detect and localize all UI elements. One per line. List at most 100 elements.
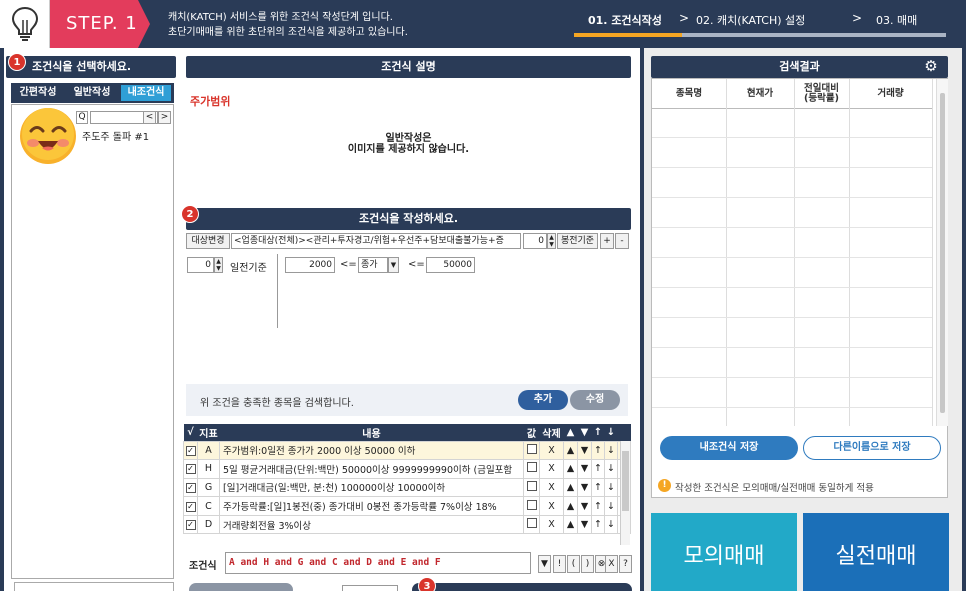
tab-general[interactable]: 일반작성	[67, 85, 117, 101]
checkbox[interactable]: ✓	[185, 501, 196, 512]
row-checkbox[interactable]: ✓	[183, 496, 198, 516]
operator-label: <=	[340, 259, 357, 270]
bottom-right-button[interactable]	[412, 583, 632, 591]
delete-button[interactable]: X	[539, 440, 564, 461]
max-value-input[interactable]: 50000	[426, 257, 475, 273]
value-checkbox[interactable]	[526, 518, 537, 529]
table-scrollbar[interactable]	[620, 441, 630, 545]
add-target-button[interactable]: +	[600, 233, 614, 249]
mock-trading-button[interactable]: 모의매매	[651, 513, 797, 591]
checkbox[interactable]: ✓	[185, 520, 196, 531]
scrollbar-thumb[interactable]	[940, 93, 945, 413]
real-trading-button[interactable]: 실전매매	[803, 513, 949, 591]
move-top-button[interactable]: ↑	[591, 459, 605, 479]
move-bottom-button[interactable]: ↓	[604, 496, 618, 516]
tab-simple[interactable]: 간편작성	[14, 85, 62, 101]
day-offset-stepper[interactable]: ▲ ▼	[214, 257, 223, 273]
next-button[interactable]: >	[158, 111, 171, 124]
checkbox[interactable]: ✓	[185, 482, 196, 493]
row-value[interactable]	[523, 440, 540, 461]
row-checkbox[interactable]: ✓	[183, 459, 198, 479]
add-button[interactable]: 추가	[518, 390, 568, 410]
formula-not-button[interactable]: !	[553, 555, 566, 573]
delete-button[interactable]: X	[539, 496, 564, 516]
move-up-button[interactable]: ▲	[563, 496, 578, 516]
step-1-tab[interactable]: 01. 조건식작성	[588, 12, 662, 28]
row-content: 거래량회전율 3%이상	[219, 514, 524, 535]
chevron-down-icon[interactable]: ▼	[388, 257, 399, 273]
min-value-input[interactable]: 2000	[285, 257, 335, 273]
target-field[interactable]: <업종대상(전체)><관리+투자경고/위험+우선주+담보대출불가능+증	[231, 233, 521, 249]
table-row[interactable]: ✓ A 주가범위:0일전 종가가 2000 이상 50000 이하 X ▲ ▼ …	[183, 440, 631, 461]
move-up-button[interactable]: ▲	[563, 514, 578, 535]
delete-button[interactable]: X	[539, 477, 564, 498]
field-select[interactable]: 종가	[358, 257, 388, 273]
move-down-button[interactable]: ▼	[577, 477, 592, 498]
save-my-condition-button[interactable]: 내조건식 저장	[660, 436, 798, 460]
row-checkbox[interactable]: ✓	[183, 514, 198, 535]
move-down-button[interactable]: ▼	[577, 440, 592, 461]
row-value[interactable]	[523, 514, 540, 535]
table-row[interactable]: ✓ C 주가등락률:[일]1봉전(중) 종가대비 0봉전 종가등락률 7%이상 …	[183, 496, 631, 516]
prev-button[interactable]: <	[143, 111, 156, 124]
row-value[interactable]	[523, 496, 540, 516]
step-3-tab[interactable]: 03. 매매	[876, 12, 917, 28]
value-checkbox[interactable]	[526, 480, 537, 491]
step-progress-bar	[574, 33, 946, 37]
tab-my-conditions[interactable]: 내조건식	[121, 85, 171, 101]
formula-input[interactable]: A and H and G and C and D and E and F	[225, 552, 531, 574]
checkbox[interactable]: ✓	[185, 445, 196, 456]
bar-offset-input[interactable]: 0	[523, 233, 547, 249]
value-checkbox[interactable]	[526, 499, 537, 510]
move-up-button[interactable]: ▲	[563, 477, 578, 498]
move-up-button[interactable]: ▲	[563, 440, 578, 461]
move-up-button[interactable]: ▲	[563, 459, 578, 479]
row-content: 주가범위:0일전 종가가 2000 이상 50000 이하	[219, 440, 524, 461]
grid-row-line	[652, 257, 932, 258]
move-bottom-button[interactable]: ↓	[604, 459, 618, 479]
move-top-button[interactable]: ↑	[591, 440, 605, 461]
move-down-button[interactable]: ▼	[577, 514, 592, 535]
step-2-tab[interactable]: 02. 캐치(KATCH) 설정	[696, 12, 805, 28]
tree-item[interactable]: 주도주 돌파 #1	[82, 128, 149, 143]
save-as-button[interactable]: 다른이름으로 저장	[803, 436, 941, 460]
value-checkbox[interactable]	[526, 462, 537, 473]
formula-help-button[interactable]: ?	[619, 555, 632, 573]
row-value[interactable]	[523, 459, 540, 479]
move-bottom-button[interactable]: ↓	[604, 514, 618, 535]
table-row[interactable]: ✓ G [일]거래대금(일:백만, 분:천) 100000이상 10000이하 …	[183, 477, 631, 498]
formula-close-paren-button[interactable]: )	[581, 555, 594, 573]
move-bottom-button[interactable]: ↓	[604, 477, 618, 498]
table-row[interactable]: ✓ H 5일 평균거래대금(단위:백만) 50000이상 9999999990이…	[183, 459, 631, 479]
formula-clear-button[interactable]: X	[605, 555, 618, 573]
bottom-input[interactable]	[342, 585, 398, 591]
formula-open-paren-button[interactable]: (	[567, 555, 580, 573]
delete-button[interactable]: X	[539, 514, 564, 535]
gear-icon[interactable]: ⚙	[922, 57, 940, 75]
move-down-button[interactable]: ▼	[577, 496, 592, 516]
move-down-button[interactable]: ▼	[577, 459, 592, 479]
move-top-button[interactable]: ↑	[591, 477, 605, 498]
move-bottom-button[interactable]: ↓	[604, 440, 618, 461]
bar-offset-stepper[interactable]: ▲ ▼	[547, 233, 556, 249]
grid-line	[849, 79, 850, 426]
move-top-button[interactable]: ↑	[591, 496, 605, 516]
remove-target-button[interactable]: -	[615, 233, 629, 249]
table-row[interactable]: ✓ D 거래량회전율 3%이상 X ▲ ▼ ↑ ↓	[183, 514, 631, 535]
formula-dropdown-button[interactable]: ▼	[538, 555, 551, 573]
result-scrollbar[interactable]	[936, 79, 948, 426]
col-value: 값	[523, 424, 540, 441]
checkbox[interactable]: ✓	[185, 464, 196, 475]
row-checkbox[interactable]: ✓	[183, 440, 198, 461]
edit-button[interactable]: 수정	[570, 390, 620, 410]
scrollbar-thumb[interactable]	[622, 451, 629, 511]
row-checkbox[interactable]: ✓	[183, 477, 198, 498]
day-offset-input[interactable]: 0	[187, 257, 214, 273]
change-target-button[interactable]: 대상변경	[186, 233, 230, 249]
value-checkbox[interactable]	[526, 443, 537, 454]
bottom-left-button[interactable]	[189, 583, 293, 591]
row-value[interactable]	[523, 477, 540, 498]
delete-button[interactable]: X	[539, 459, 564, 479]
move-top-button[interactable]: ↑	[591, 514, 605, 535]
col-bottom: ↓	[604, 424, 618, 441]
